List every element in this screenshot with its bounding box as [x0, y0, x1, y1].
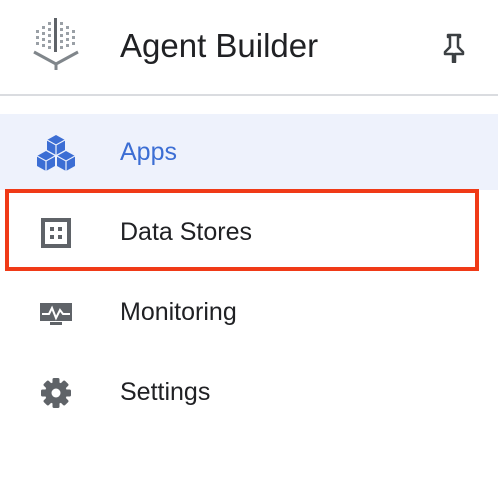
nav-item-settings[interactable]: Settings	[0, 354, 498, 430]
nav-item-label: Apps	[120, 136, 177, 168]
data-grid-icon	[37, 214, 75, 252]
nav-item-monitoring[interactable]: Monitoring	[0, 274, 498, 350]
panel-header: Agent Builder	[0, 0, 498, 94]
nav-item-apps[interactable]: Apps	[0, 114, 498, 190]
nav-item-data-stores[interactable]: Data Stores	[0, 194, 498, 270]
nav-item-label: Data Stores	[120, 216, 252, 248]
navigation-panel: Agent Builder Apps	[0, 0, 498, 488]
cubes-icon	[37, 134, 75, 172]
nav-item-label: Settings	[120, 376, 210, 408]
monitor-icon	[37, 294, 75, 332]
agent-builder-logo-icon	[30, 16, 82, 72]
page-title: Agent Builder	[120, 24, 318, 68]
nav-item-label: Monitoring	[120, 296, 237, 328]
header-divider	[0, 94, 498, 96]
gear-icon	[37, 374, 75, 412]
pin-icon[interactable]	[440, 33, 468, 63]
